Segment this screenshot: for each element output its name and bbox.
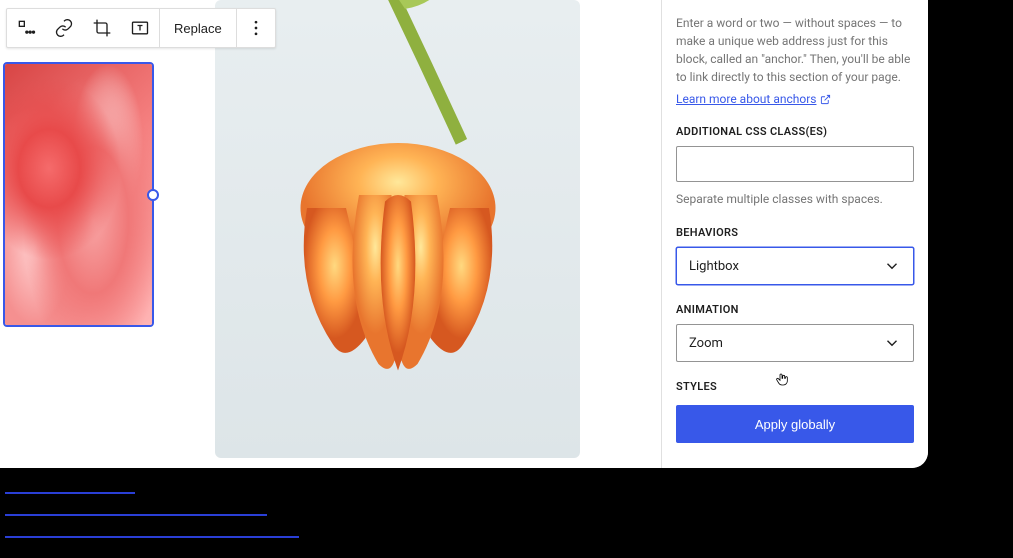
- more-options-icon[interactable]: [237, 9, 275, 47]
- chevron-down-icon: [883, 257, 901, 275]
- crop-icon[interactable]: [83, 9, 121, 47]
- external-link-icon: [820, 94, 831, 105]
- decorative-underlines: [5, 492, 299, 558]
- selected-image-block[interactable]: [3, 62, 154, 327]
- text-overlay-icon[interactable]: [121, 9, 159, 47]
- behaviors-select[interactable]: Lightbox: [676, 247, 914, 285]
- css-classes-input[interactable]: [676, 146, 914, 182]
- behaviors-value: Lightbox: [689, 259, 739, 274]
- align-icon[interactable]: [7, 9, 45, 47]
- styles-label: STYLES: [676, 380, 914, 393]
- block-toolbar: Replace: [6, 8, 276, 48]
- replace-button[interactable]: Replace: [159, 9, 236, 47]
- animation-select[interactable]: Zoom: [676, 324, 914, 362]
- css-help-text: Separate multiple classes with spaces.: [676, 190, 914, 208]
- image-content-pink-flower: [5, 64, 152, 325]
- anchor-help-text: Enter a word or two — without spaces — t…: [676, 14, 914, 86]
- image-content-orange-tulip: [215, 0, 580, 458]
- apply-globally-button[interactable]: Apply globally: [676, 405, 914, 443]
- chevron-down-icon: [883, 334, 901, 352]
- behaviors-label: BEHAVIORS: [676, 226, 914, 239]
- editor-canvas: Replace: [0, 0, 662, 468]
- animation-label: ANIMATION: [676, 303, 914, 316]
- block-settings-sidebar: Enter a word or two — without spaces — t…: [662, 0, 928, 468]
- image-block-tulip[interactable]: [215, 0, 580, 458]
- resize-handle-right[interactable]: [147, 189, 159, 201]
- link-icon[interactable]: [45, 9, 83, 47]
- learn-anchors-link[interactable]: Learn more about anchors: [676, 92, 831, 106]
- learn-anchors-link-label: Learn more about anchors: [676, 92, 816, 106]
- animation-value: Zoom: [689, 336, 723, 351]
- css-classes-label: ADDITIONAL CSS CLASS(ES): [676, 125, 914, 138]
